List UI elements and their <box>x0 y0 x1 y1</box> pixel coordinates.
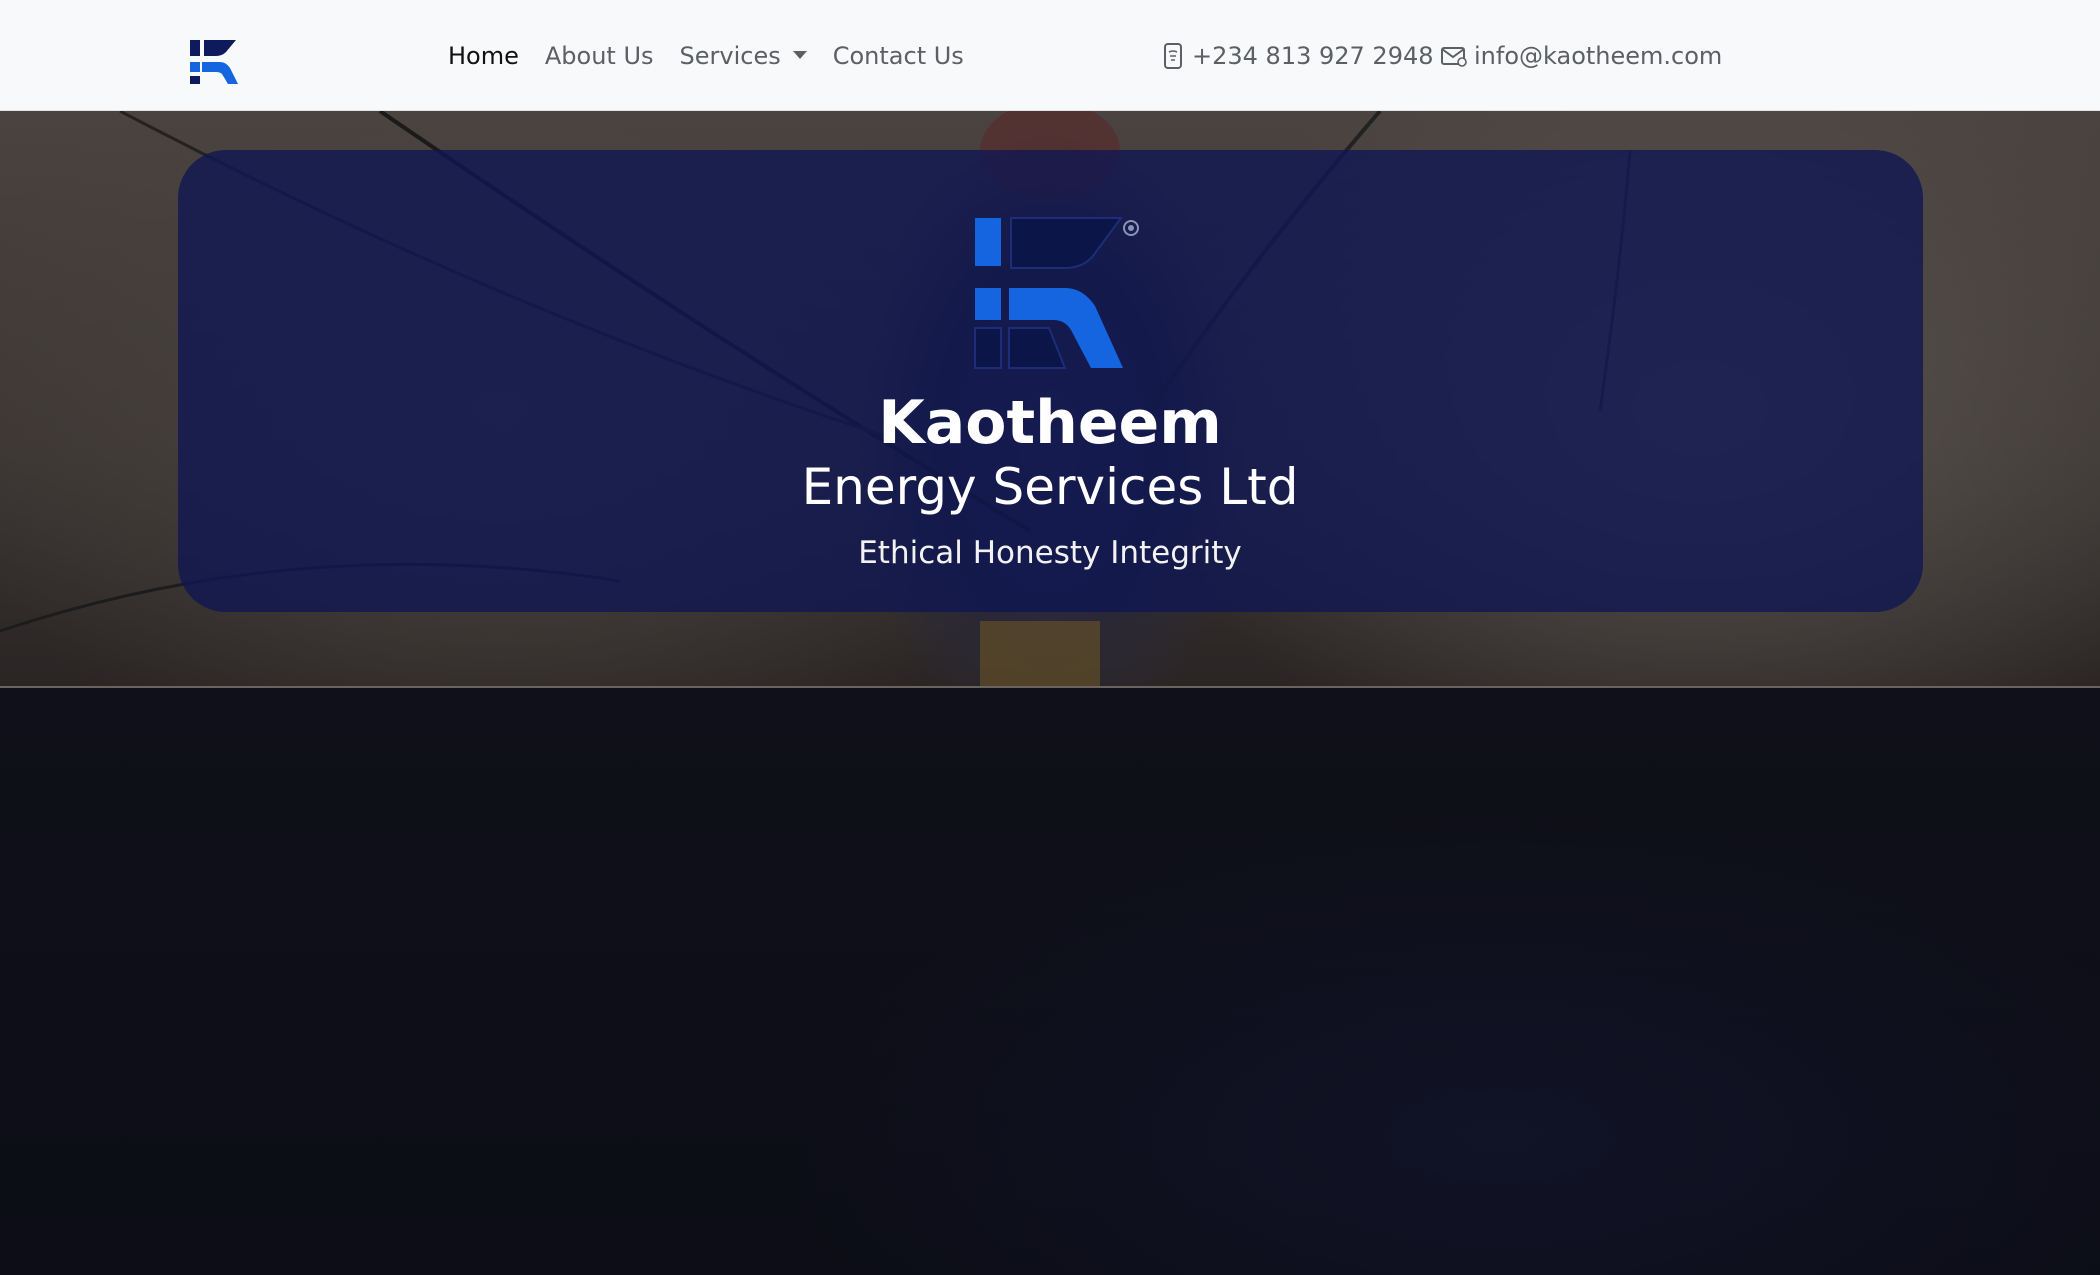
caret-down-icon <box>792 50 807 59</box>
nav-link-about[interactable]: About Us <box>545 42 654 70</box>
company-logo <box>974 217 1139 369</box>
dark-background-section <box>0 688 2100 1275</box>
brand-logo[interactable] <box>188 38 242 88</box>
phone-number: +234 813 927 2948 <box>1192 41 1434 70</box>
nav-link-home[interactable]: Home <box>448 42 519 70</box>
nav-link-contact[interactable]: Contact Us <box>833 42 964 70</box>
envelope-icon <box>1441 46 1467 67</box>
email-address: info@kaotheem.com <box>1474 41 1723 70</box>
navbar: Home About Us Services Contact Us +234 8… <box>0 0 2100 111</box>
hero-subtitle: Energy Services Ltd <box>801 458 1299 516</box>
services-label: Services <box>679 41 781 70</box>
phone-icon <box>1164 42 1182 69</box>
hero-title: Kaotheem <box>878 388 1222 458</box>
phone-contact[interactable]: +234 813 927 2948 <box>1160 0 1434 111</box>
nav-link-services-dropdown[interactable]: Services <box>680 42 807 70</box>
hero-tagline: Ethical Honesty Integrity <box>858 535 1242 571</box>
email-contact[interactable]: info@kaotheem.com <box>1440 0 1722 111</box>
nav-links: Home About Us Services Contact Us <box>448 0 990 111</box>
